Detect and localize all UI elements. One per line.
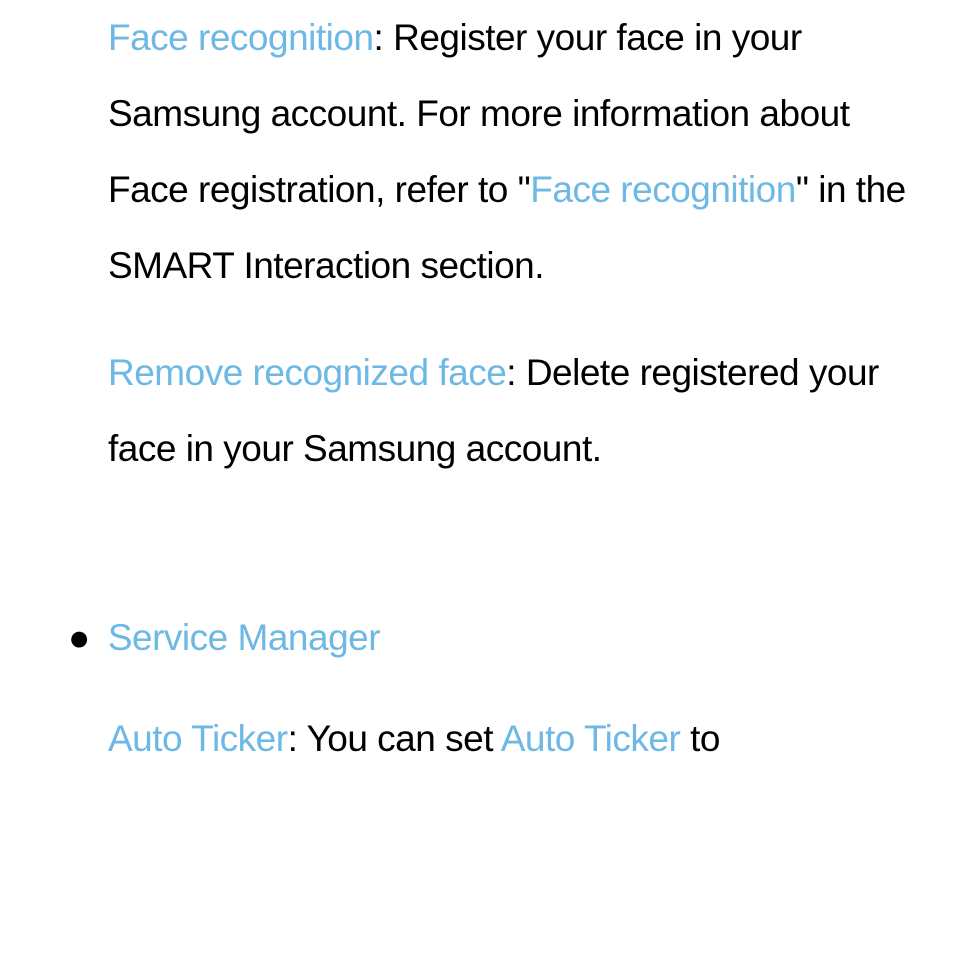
link-auto-ticker-1[interactable]: Auto Ticker: [108, 718, 288, 759]
paragraph-auto-ticker: Auto Ticker: You can set Auto Ticker to: [108, 701, 916, 777]
bullet-dot-icon: ●: [68, 617, 90, 659]
link-face-recognition-2[interactable]: Face recognition: [530, 169, 796, 210]
paragraph-face-recognition: Face recognition: Register your face in …: [108, 0, 916, 303]
text-auto-ticker-2: to: [680, 718, 720, 759]
document-content: Face recognition: Register your face in …: [0, 0, 954, 777]
link-auto-ticker-2[interactable]: Auto Ticker: [501, 718, 681, 759]
bullet-section: ● Service Manager Auto Ticker: You can s…: [108, 617, 916, 777]
link-service-manager[interactable]: Service Manager: [108, 617, 380, 659]
link-remove-recognized-face[interactable]: Remove recognized face: [108, 352, 506, 393]
paragraph-remove-face: Remove recognized face: Delete registere…: [108, 335, 916, 487]
link-face-recognition-1[interactable]: Face recognition: [108, 17, 374, 58]
text-auto-ticker-1: : You can set: [288, 718, 501, 759]
bullet-item-service-manager: ● Service Manager: [68, 617, 916, 659]
